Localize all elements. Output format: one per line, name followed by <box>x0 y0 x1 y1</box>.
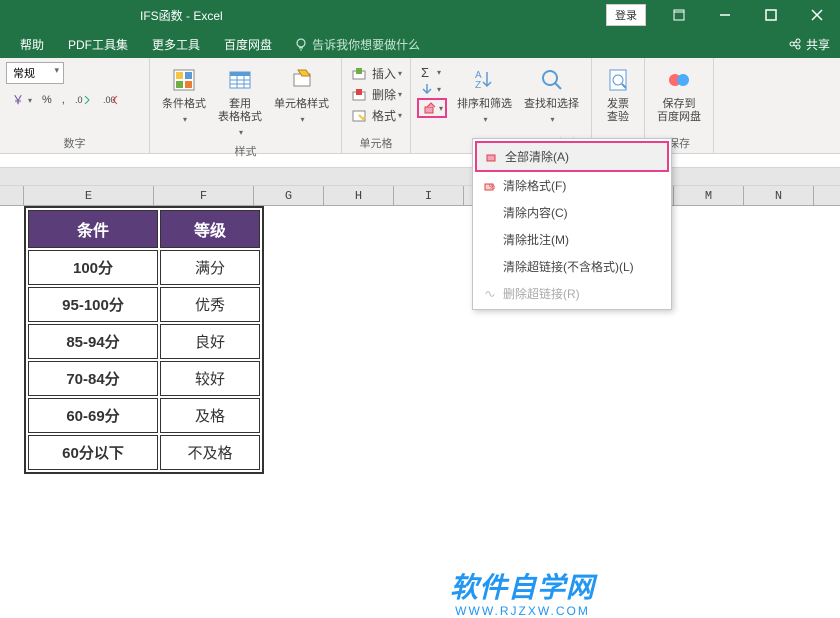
svg-text:.0: .0 <box>75 95 83 105</box>
tell-me-label: 告诉我你想要做什么 <box>312 36 420 53</box>
clear-comment-item[interactable]: 清除批注(M) <box>475 226 669 253</box>
maximize-icon[interactable] <box>748 0 794 30</box>
autosum-button[interactable]: Σ▾ <box>417 64 447 80</box>
data-table[interactable]: 条件 等级 100分满分 95-100分优秀 85-94分良好 70-84分较好… <box>24 206 264 474</box>
format-cells-button[interactable]: 格式 ▾ <box>348 106 404 125</box>
invoice-check-button[interactable]: 发票 查验 <box>598 62 638 126</box>
ribbon-group-styles: 条件格式▾ 套用 表格格式▾ 单元格样式▾ 样式 <box>150 58 342 153</box>
table-row[interactable]: 100分满分 <box>28 250 260 285</box>
col-header-f[interactable]: F <box>154 186 254 205</box>
svg-text:Σ: Σ <box>421 65 429 79</box>
group-label-cells: 单元格 <box>348 133 404 153</box>
close-icon[interactable] <box>794 0 840 30</box>
menubar: 帮助 PDF工具集 更多工具 百度网盘 告诉我你想要做什么 共享 <box>0 30 840 58</box>
clear-format-item[interactable]: % 清除格式(F) <box>475 172 669 199</box>
menu-pdf-tools[interactable]: PDF工具集 <box>56 30 140 58</box>
menu-help[interactable]: 帮助 <box>8 30 56 58</box>
col-header-h[interactable]: H <box>324 186 394 205</box>
col-header-g[interactable]: G <box>254 186 324 205</box>
titlebar-controls: 登录 <box>606 0 840 30</box>
svg-text:Z: Z <box>475 80 481 91</box>
eraser-format-icon: % <box>483 180 497 192</box>
fill-button[interactable]: ▾ <box>417 81 447 97</box>
header-grade: 等级 <box>160 210 260 248</box>
col-header-i[interactable]: I <box>394 186 464 205</box>
decrease-decimal-button[interactable]: .00 <box>99 91 125 109</box>
clear-all-item[interactable]: 全部清除(A) <box>475 141 669 172</box>
table-row[interactable]: 60-69分及格 <box>28 398 260 433</box>
ribbon-group-number: 常规 ￥▾ % , .0 .00 数字 <box>0 58 150 153</box>
sheet-area[interactable]: E F G H I J K L M N 条件 等级 100分满分 95-100分… <box>0 186 840 556</box>
clear-hyperlink-item[interactable]: 清除超链接(不含格式)(L) <box>475 253 669 280</box>
col-header-m[interactable]: M <box>674 186 744 205</box>
watermark: 软件自学网 WWW.RJZXW.COM <box>450 566 595 618</box>
group-label-number: 数字 <box>6 133 143 153</box>
share-icon <box>788 37 802 51</box>
cell-styles-button[interactable]: 单元格样式▾ <box>268 62 335 141</box>
format-as-table-button[interactable]: 套用 表格格式▾ <box>212 62 268 141</box>
conditional-format-button[interactable]: 条件格式▾ <box>156 62 212 141</box>
lightbulb-icon <box>294 37 308 51</box>
menu-baidu-cloud[interactable]: 百度网盘 <box>212 30 284 58</box>
percent-button[interactable]: % <box>38 92 56 108</box>
table-row[interactable]: 95-100分优秀 <box>28 287 260 322</box>
table-row[interactable]: 60分以下不及格 <box>28 435 260 470</box>
svg-text:%: % <box>489 184 495 191</box>
menu-more-tools[interactable]: 更多工具 <box>140 30 212 58</box>
col-header-n[interactable]: N <box>744 186 814 205</box>
clear-dropdown-menu: 全部清除(A) % 清除格式(F) 清除内容(C) 清除批注(M) 清除超链接(… <box>472 138 672 310</box>
eraser-icon <box>485 151 499 163</box>
column-headers: E F G H I J K L M N <box>0 186 840 206</box>
ribbon-group-cells: 插入 ▾ 删除 ▾ 格式 ▾ 单元格 <box>342 58 411 153</box>
table-header-row: 条件 等级 <box>28 210 260 248</box>
minimize-icon[interactable] <box>702 0 748 30</box>
ribbon-options-icon[interactable] <box>656 0 702 30</box>
select-all-corner[interactable] <box>0 186 24 205</box>
comma-button[interactable]: , <box>58 92 69 108</box>
table-row[interactable]: 85-94分良好 <box>28 324 260 359</box>
share-button[interactable]: 共享 <box>788 36 830 53</box>
unlink-icon <box>483 288 497 300</box>
group-label-styles: 样式 <box>156 141 335 161</box>
watermark-main: 软件自学网 <box>450 566 595 606</box>
number-format-combo[interactable]: 常规 <box>6 62 64 84</box>
titlebar: IFS函数 - Excel 登录 <box>0 0 840 30</box>
table-row[interactable]: 70-84分较好 <box>28 361 260 396</box>
share-label: 共享 <box>806 36 830 53</box>
col-header-e[interactable]: E <box>24 186 154 205</box>
header-condition: 条件 <box>28 210 158 248</box>
window-title: IFS函数 - Excel <box>140 7 223 24</box>
clear-button[interactable]: ▾ <box>417 98 447 118</box>
watermark-sub: WWW.RJZXW.COM <box>450 604 595 618</box>
currency-button[interactable]: ￥▾ <box>6 90 36 110</box>
remove-hyperlink-item: 删除超链接(R) <box>475 280 669 307</box>
delete-cells-button[interactable]: 删除 ▾ <box>348 85 404 104</box>
formula-bar[interactable] <box>0 154 840 168</box>
save-to-cloud-button[interactable]: 保存到 百度网盘 <box>651 62 707 126</box>
svg-text:￥: ￥ <box>12 93 24 107</box>
spacer-bar <box>0 168 840 186</box>
login-button[interactable]: 登录 <box>606 4 646 26</box>
tell-me-search[interactable]: 告诉我你想要做什么 <box>294 36 420 53</box>
ribbon: 常规 ￥▾ % , .0 .00 数字 条件格式▾ 套用 表格格式▾ <box>0 58 840 154</box>
sort-filter-button[interactable]: AZ 排序和筛选▾ <box>451 62 518 128</box>
clear-content-item[interactable]: 清除内容(C) <box>475 199 669 226</box>
insert-cells-button[interactable]: 插入 ▾ <box>348 64 404 83</box>
find-select-button[interactable]: 查找和选择▾ <box>518 62 585 128</box>
increase-decimal-button[interactable]: .0 <box>71 91 97 109</box>
